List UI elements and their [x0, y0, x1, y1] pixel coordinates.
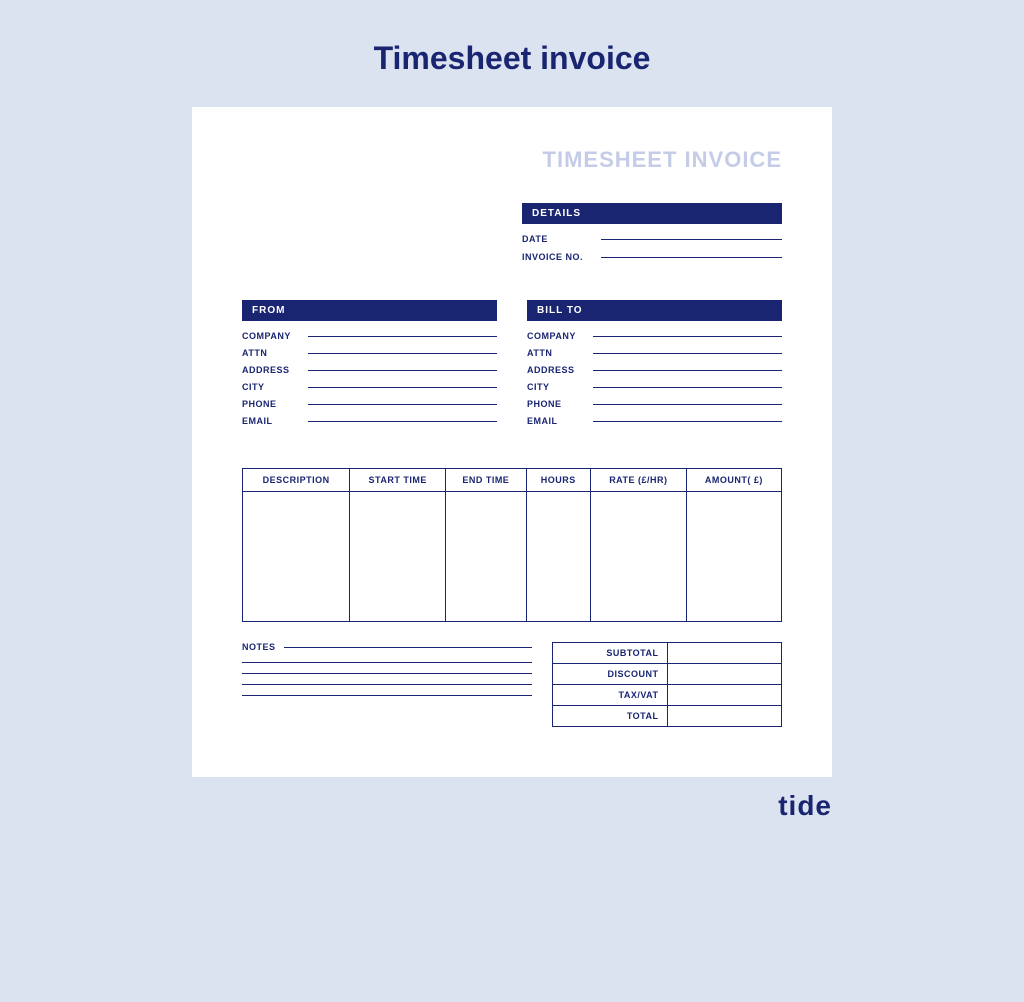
total-value: [667, 706, 782, 727]
from-section-header: FROM: [242, 300, 497, 321]
invoice-no-line: [601, 257, 782, 258]
billto-phone-row: PHONE: [527, 399, 782, 409]
details-section: DETAILS DATE INVOICE NO.: [242, 203, 782, 270]
from-attn-row: ATTN: [242, 348, 497, 358]
billto-email-row: EMAIL: [527, 416, 782, 426]
billto-section-header: BILL TO: [527, 300, 782, 321]
subtotal-value: [667, 643, 782, 664]
table-row: [243, 492, 782, 622]
details-box: DETAILS DATE INVOICE NO.: [522, 203, 782, 270]
date-row: DATE: [522, 234, 782, 244]
discount-label: DISCOUNT: [553, 664, 668, 685]
billto-address-row: ADDRESS: [527, 365, 782, 375]
subtotal-label: SUBTOTAL: [553, 643, 668, 664]
date-line: [601, 239, 782, 240]
billto-attn-line: [593, 353, 782, 354]
from-box: FROM COMPANY ATTN ADDRESS CITY: [242, 300, 497, 433]
billto-company-line: [593, 336, 782, 337]
col-amount: AMOUNT( £): [686, 469, 781, 492]
taxvat-row: TAX/VAT: [553, 685, 782, 706]
from-phone-line: [308, 404, 497, 405]
from-address-label: ADDRESS: [242, 365, 304, 375]
billto-box: BILL TO COMPANY ATTN ADDRESS CITY: [527, 300, 782, 433]
billto-city-line: [593, 387, 782, 388]
totals-section: SUBTOTAL DISCOUNT TAX/VAT TOTAL: [552, 642, 782, 727]
date-label: DATE: [522, 234, 597, 244]
discount-value: [667, 664, 782, 685]
total-row: TOTAL: [553, 706, 782, 727]
from-billto-row: FROM COMPANY ATTN ADDRESS CITY: [242, 300, 782, 433]
bottom-section: NOTES SUBTOTAL DISCO: [242, 642, 782, 727]
from-company-row: COMPANY: [242, 331, 497, 341]
totals-table: SUBTOTAL DISCOUNT TAX/VAT TOTAL: [552, 642, 782, 727]
from-address-line: [308, 370, 497, 371]
from-city-line: [308, 387, 497, 388]
invoice-container: TIMESHEET INVOICE DETAILS DATE INVOICE N…: [192, 107, 832, 777]
cell-end-time: [446, 492, 527, 622]
billto-city-label: CITY: [527, 382, 589, 392]
from-email-line: [308, 421, 497, 422]
invoice-header-text: TIMESHEET INVOICE: [242, 147, 782, 173]
notes-line-2: [242, 662, 532, 663]
col-end-time: END TIME: [446, 469, 527, 492]
billto-attn-row: ATTN: [527, 348, 782, 358]
from-city-row: CITY: [242, 382, 497, 392]
from-email-row: EMAIL: [242, 416, 497, 426]
billto-address-line: [593, 370, 782, 371]
tide-brand: tide: [778, 790, 832, 822]
total-label: TOTAL: [553, 706, 668, 727]
notes-line-3: [242, 673, 532, 674]
notes-label: NOTES: [242, 642, 532, 652]
billto-phone-line: [593, 404, 782, 405]
invoice-no-row: INVOICE NO.: [522, 252, 782, 262]
from-city-label: CITY: [242, 382, 304, 392]
taxvat-label: TAX/VAT: [553, 685, 668, 706]
billto-company-label: COMPANY: [527, 331, 589, 341]
cell-start-time: [350, 492, 446, 622]
from-address-row: ADDRESS: [242, 365, 497, 375]
billto-phone-label: PHONE: [527, 399, 589, 409]
from-company-line: [308, 336, 497, 337]
notes-line-5: [242, 695, 532, 696]
from-attn-label: ATTN: [242, 348, 304, 358]
billto-address-label: ADDRESS: [527, 365, 589, 375]
from-attn-line: [308, 353, 497, 354]
cell-description: [243, 492, 350, 622]
col-description: DESCRIPTION: [243, 469, 350, 492]
col-start-time: START TIME: [350, 469, 446, 492]
notes-first-line: [284, 647, 532, 648]
invoice-no-label: INVOICE NO.: [522, 252, 597, 262]
billto-city-row: CITY: [527, 382, 782, 392]
details-section-header: DETAILS: [522, 203, 782, 224]
notes-line-4: [242, 684, 532, 685]
billto-email-label: EMAIL: [527, 416, 589, 426]
billto-email-line: [593, 421, 782, 422]
from-email-label: EMAIL: [242, 416, 304, 426]
billto-attn-label: ATTN: [527, 348, 589, 358]
cell-rate: [591, 492, 687, 622]
subtotal-row: SUBTOTAL: [553, 643, 782, 664]
from-phone-label: PHONE: [242, 399, 304, 409]
col-rate: RATE (£/HR): [591, 469, 687, 492]
invoice-table: DESCRIPTION START TIME END TIME HOURS RA…: [242, 468, 782, 622]
from-company-label: COMPANY: [242, 331, 304, 341]
cell-amount: [686, 492, 781, 622]
taxvat-value: [667, 685, 782, 706]
discount-row: DISCOUNT: [553, 664, 782, 685]
page-title: Timesheet invoice: [374, 40, 651, 77]
notes-section: NOTES: [242, 642, 532, 706]
from-phone-row: PHONE: [242, 399, 497, 409]
col-hours: HOURS: [526, 469, 590, 492]
notes-text: NOTES: [242, 642, 276, 652]
cell-hours: [526, 492, 590, 622]
billto-company-row: COMPANY: [527, 331, 782, 341]
